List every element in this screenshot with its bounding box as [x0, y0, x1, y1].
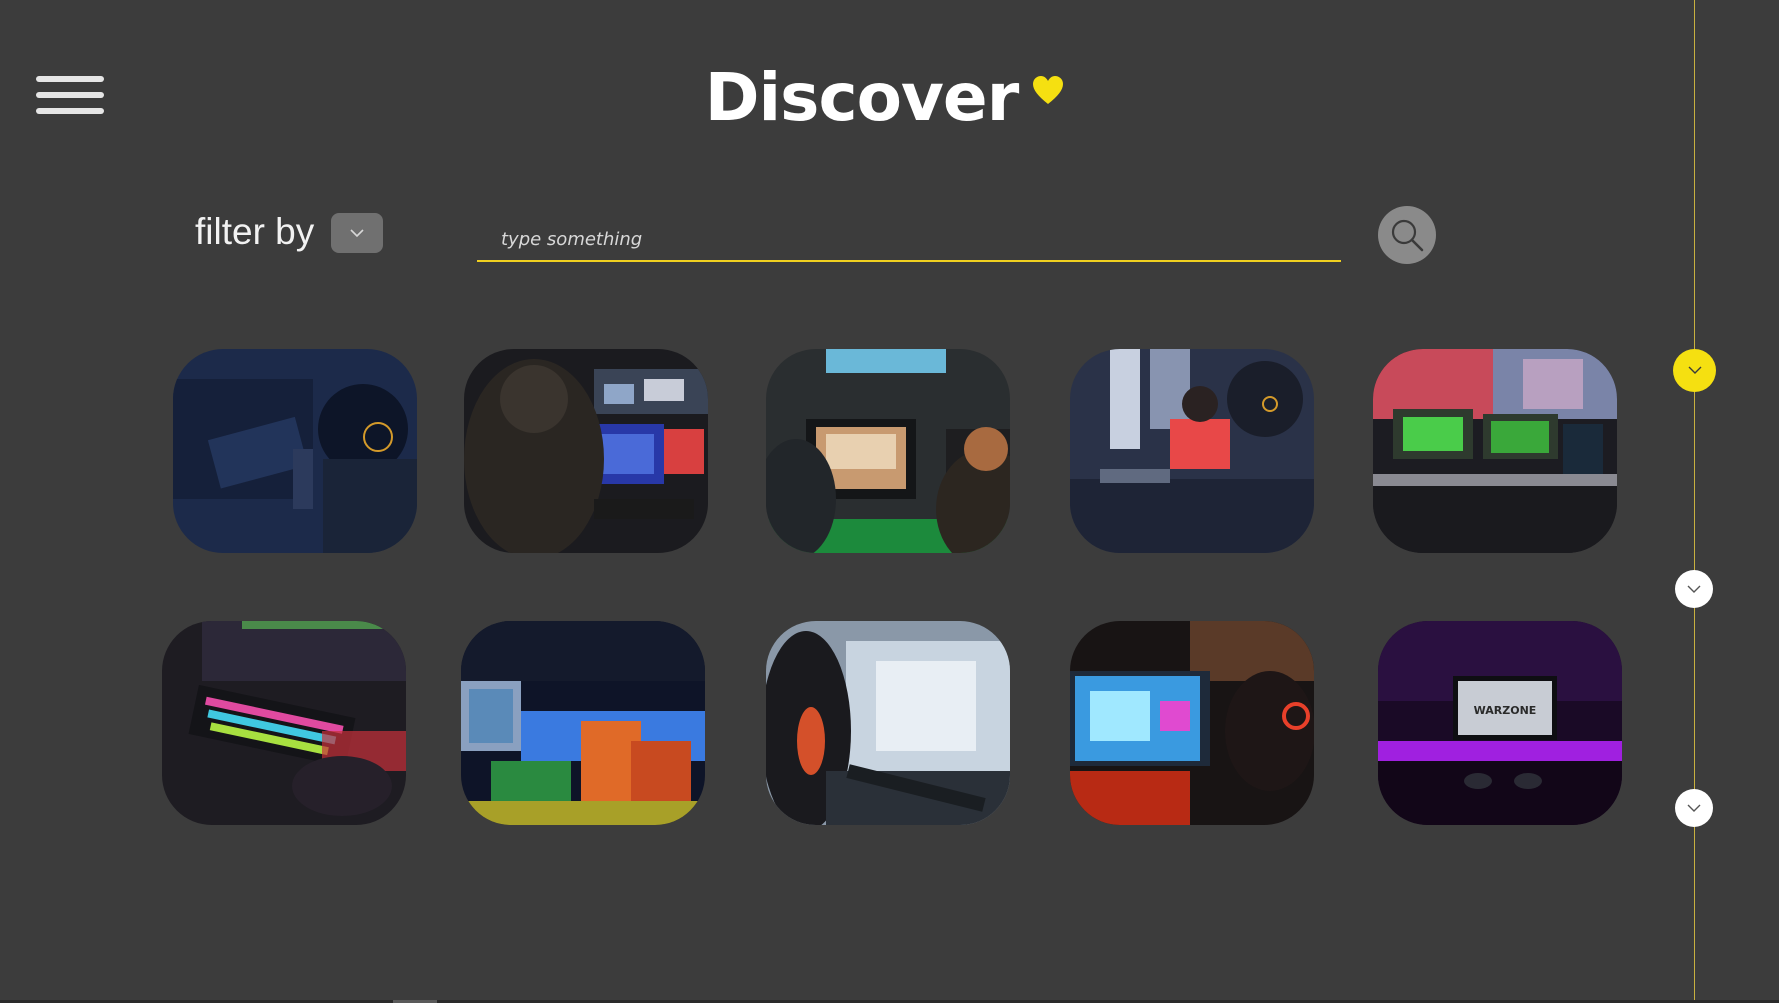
- warzone-screen-text: WARZONE: [1474, 704, 1537, 717]
- gallery-image: [766, 621, 1010, 825]
- chevron-down-icon: [1687, 804, 1701, 812]
- chevron-down-icon: [350, 229, 364, 238]
- filter-dropdown[interactable]: [331, 213, 383, 253]
- gallery-card-gamer-red-headset-monitor[interactable]: [1070, 621, 1314, 825]
- gallery-image: [766, 349, 1010, 553]
- gallery-card-esports-players-room[interactable]: [1070, 349, 1314, 553]
- gallery-card-rgb-keyboard[interactable]: [162, 621, 406, 825]
- timeline-step-2[interactable]: [1675, 570, 1713, 608]
- search-icon: [1391, 219, 1424, 252]
- filter-label: filter by: [195, 211, 315, 252]
- heart-icon: [1033, 76, 1064, 104]
- header: Discover: [0, 58, 1779, 138]
- gallery-image: [461, 621, 705, 825]
- timeline-step-1[interactable]: [1673, 349, 1716, 392]
- gallery-image: [464, 349, 708, 553]
- gallery-card-esports-arena-stage[interactable]: [461, 621, 705, 825]
- gallery-card-gaming-setup-dual-monitor[interactable]: [1373, 349, 1617, 553]
- gallery-card-gamer-multiple-monitors[interactable]: [464, 349, 708, 553]
- search-input[interactable]: [477, 218, 1341, 260]
- gallery-card-gamer-headset-desk[interactable]: [173, 349, 417, 553]
- gallery-image: WARZONE: [1378, 621, 1622, 825]
- gallery-image: [1373, 349, 1617, 553]
- timeline-line: [1694, 0, 1695, 1003]
- gallery-card-gaming-lounge-screens[interactable]: [766, 349, 1010, 553]
- page-title: Discover: [704, 59, 1019, 136]
- gallery-image: [1070, 349, 1314, 553]
- gallery-card-warzone-purple-room[interactable]: WARZONE: [1378, 621, 1622, 825]
- gallery-image: [173, 349, 417, 553]
- search-button[interactable]: [1378, 206, 1436, 264]
- search-field: [477, 218, 1341, 262]
- chevron-down-icon: [1687, 585, 1701, 593]
- gallery-image: [1070, 621, 1314, 825]
- timeline-step-3[interactable]: [1675, 789, 1713, 827]
- gallery-card-headset-gamer-keyboard[interactable]: [766, 621, 1010, 825]
- chevron-down-icon: [1688, 366, 1701, 374]
- gallery-image: [162, 621, 406, 825]
